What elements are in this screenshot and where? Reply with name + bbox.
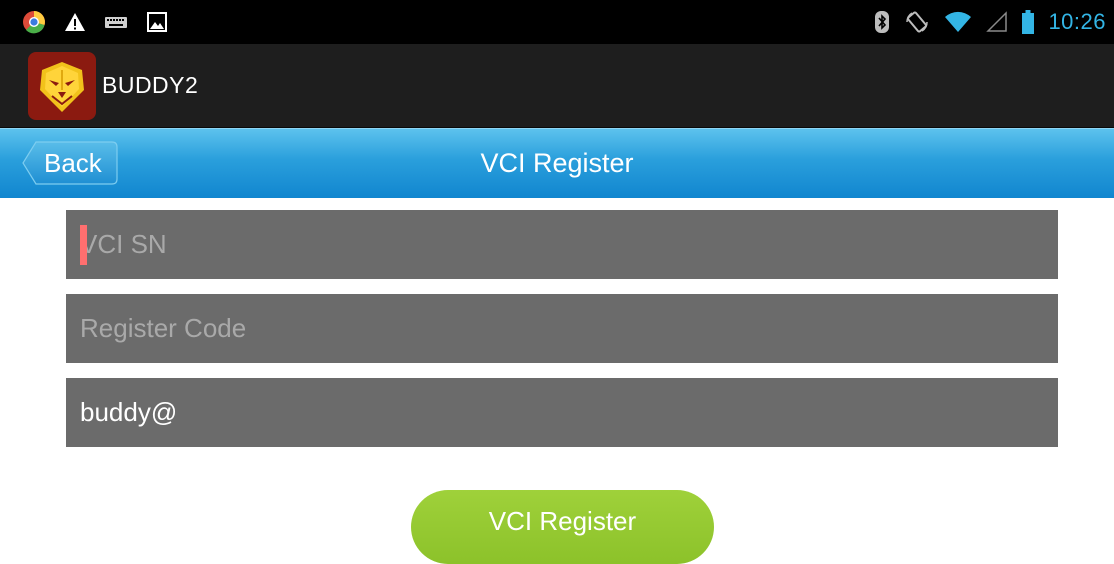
app-action-bar: BUDDY2 bbox=[0, 44, 1114, 128]
image-icon bbox=[146, 11, 168, 33]
bluetooth-icon bbox=[874, 10, 890, 34]
clock: 10:26 bbox=[1048, 9, 1106, 34]
register-code-field[interactable] bbox=[66, 294, 1058, 363]
nav-bar: Back VCI Register bbox=[0, 128, 1114, 198]
wifi-icon bbox=[944, 11, 972, 33]
vci-sn-input[interactable] bbox=[66, 210, 1058, 279]
system-icons: 10:26 bbox=[874, 9, 1106, 35]
signal-icon bbox=[986, 11, 1008, 33]
chrome-icon bbox=[22, 10, 46, 34]
lion-logo-icon[interactable] bbox=[28, 51, 96, 120]
app-title: BUDDY2 bbox=[102, 72, 199, 98]
vci-sn-field[interactable] bbox=[66, 210, 1058, 279]
register-code-input[interactable] bbox=[66, 294, 1058, 363]
email-field[interactable] bbox=[66, 378, 1058, 447]
notification-icons bbox=[22, 10, 168, 34]
warning-icon bbox=[64, 11, 86, 33]
email-input[interactable] bbox=[66, 378, 1058, 447]
keyboard-icon bbox=[104, 14, 128, 30]
battery-icon bbox=[1022, 10, 1035, 34]
rotation-icon bbox=[904, 9, 930, 35]
vci-register-button[interactable]: VCI Register bbox=[411, 490, 714, 564]
text-cursor bbox=[80, 225, 87, 265]
status-bar: 10:26 bbox=[0, 0, 1114, 44]
page-title: VCI Register bbox=[480, 148, 634, 178]
